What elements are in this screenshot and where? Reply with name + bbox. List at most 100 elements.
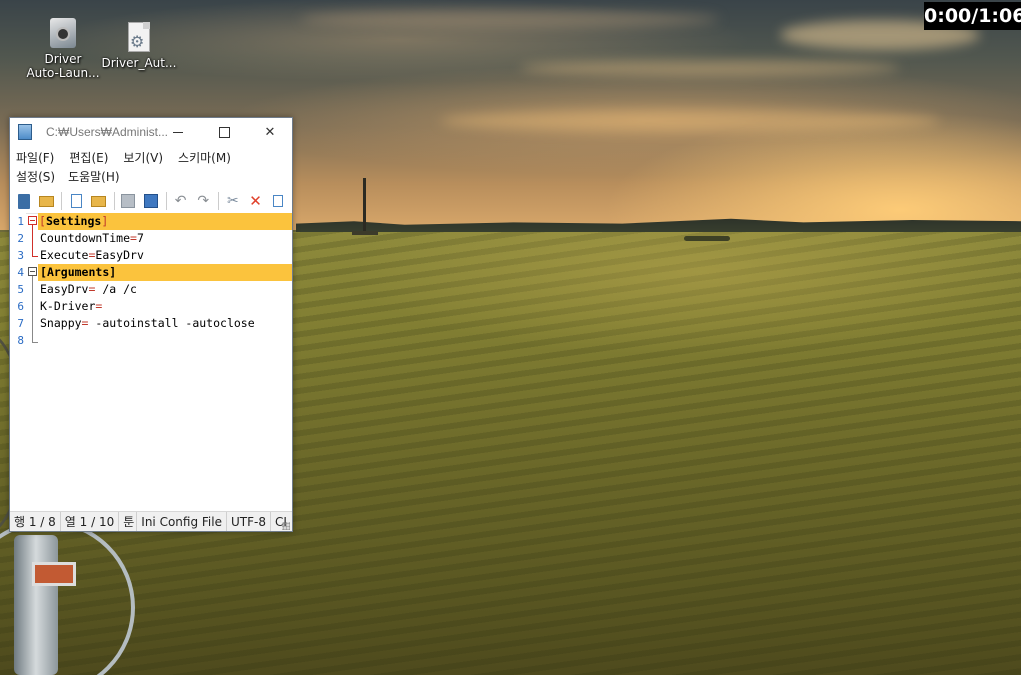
undo-icon: ↶ (174, 193, 187, 209)
save-disabled-icon (121, 194, 136, 208)
status-selection: 툰 (119, 512, 138, 531)
bracket: ] (109, 265, 117, 279)
window-title: C:₩Users₩Administ... (46, 125, 169, 139)
bicycle-reflector (32, 562, 76, 586)
bracket: ] (101, 214, 109, 228)
open-file-button[interactable] (90, 192, 108, 210)
delete-icon: ✕ (249, 192, 262, 210)
line-number: 5 (17, 283, 24, 296)
bracket: [ (39, 214, 46, 228)
open-folder-icon (38, 195, 54, 207)
section-name: Arguments (46, 265, 110, 279)
ini-key: CountdownTime (40, 231, 131, 245)
application-icon (50, 18, 76, 48)
line-number: 1 (17, 215, 24, 228)
copy-icon (273, 195, 284, 207)
toolbar-separator (218, 192, 220, 210)
save-all-button[interactable] (142, 192, 160, 210)
resize-grip[interactable] (282, 522, 290, 530)
copy-button[interactable] (269, 192, 287, 210)
cloud (300, 10, 720, 28)
ini-value: 7 (136, 231, 144, 245)
menu-file[interactable]: 파일(F) (16, 149, 54, 168)
desktop-icon-label: Driver_Aut... (101, 56, 177, 70)
cut-button[interactable]: ✂ (224, 192, 242, 210)
line-number: 3 (17, 249, 24, 262)
ini-value: EasyDrv (95, 248, 144, 262)
editor-line: 4 [Arguments] (10, 264, 292, 281)
pole (363, 178, 366, 234)
new-file-icon (70, 194, 82, 208)
ini-key: K-Driver (40, 299, 96, 313)
desktop-icon-label: Driver (44, 52, 82, 66)
menu-bar: 파일(F) 편집(E) 보기(V) 스키마(M) 설정(S) 도움말(H) (10, 146, 292, 187)
ini-key: Execute (40, 248, 89, 262)
line-number: 7 (17, 317, 24, 330)
editor-line: 2 CountdownTime=7 (10, 230, 292, 247)
undo-button[interactable]: ↶ (172, 192, 190, 210)
close-icon: ✕ (264, 124, 276, 140)
ini-equals: = (95, 299, 103, 313)
notepad-app-icon (18, 124, 32, 140)
editor-line: 1 [Settings] (10, 213, 292, 230)
book-icon (17, 193, 30, 209)
menu-view[interactable]: 보기(V) (123, 149, 163, 168)
settings-file-icon: ⚙ (128, 22, 150, 52)
menu-settings[interactable]: 설정(S) (16, 168, 55, 187)
ini-value: -autoinstall -autoclose (88, 316, 255, 330)
delete-button[interactable]: ✕ (247, 192, 265, 210)
status-column: 열 1 / 10 (61, 512, 120, 531)
save-all-icon (143, 194, 158, 208)
gear-icon: ⚙ (130, 32, 145, 51)
book-button[interactable] (15, 192, 33, 210)
cloud (520, 60, 900, 76)
redo-icon: ↷ (197, 193, 210, 209)
new-file-button[interactable] (67, 192, 85, 210)
cut-icon: ✂ (227, 193, 239, 209)
menu-schema[interactable]: 스키마(M) (178, 149, 231, 168)
title-bar[interactable]: C:₩Users₩Administ... ✕ (10, 118, 292, 146)
ini-key: EasyDrv (40, 282, 89, 296)
text-editor[interactable]: 1 [Settings] 2 CountdownTime=7 3 Execute… (10, 211, 292, 511)
bush (684, 236, 730, 241)
ini-key: Snappy (40, 316, 82, 330)
minimize-icon (173, 131, 183, 133)
maximize-icon (218, 126, 230, 138)
toolbar-separator (165, 192, 167, 210)
menu-help[interactable]: 도움말(H) (68, 168, 120, 187)
close-button[interactable]: ✕ (247, 118, 292, 146)
bracket: [ (40, 265, 47, 279)
desktop-icon-label: Auto-Laun... (26, 66, 100, 80)
editor-line: 6 K-Driver= (10, 298, 292, 315)
pole-base (352, 231, 378, 235)
cloud (440, 110, 940, 132)
section-name: Settings (45, 214, 102, 228)
video-timer: 0:00/1:06 (924, 2, 1021, 30)
desktop-icon-driver-autolauncher[interactable]: Driver Auto-Laun... (25, 18, 101, 80)
open-file-icon (91, 195, 107, 207)
line-number: 8 (17, 334, 24, 347)
status-encoding[interactable]: UTF-8 (227, 512, 271, 531)
ini-equals: = (130, 231, 137, 245)
notepad-window: C:₩Users₩Administ... ✕ 파일(F) 편집(E) 보기(V)… (9, 117, 293, 532)
editor-line: 3 Execute=EasyDrv (10, 247, 292, 264)
line-number: 6 (17, 300, 24, 313)
fold-toggle[interactable] (28, 216, 37, 225)
editor-line: 7 Snappy= -autoinstall -autoclose (10, 315, 292, 332)
ini-value: /a /c (95, 282, 137, 296)
redo-button[interactable]: ↷ (194, 192, 212, 210)
editor-line: 5 EasyDrv= /a /c (10, 281, 292, 298)
toolbar-separator (113, 192, 115, 210)
line-number: 4 (17, 266, 24, 279)
toolbar-separator (61, 192, 63, 210)
desktop-icon-driver-autoini[interactable]: ⚙ Driver_Aut... (101, 22, 177, 70)
line-number: 2 (17, 232, 24, 245)
open-folder-button[interactable] (38, 192, 56, 210)
maximize-button[interactable] (201, 118, 247, 146)
save-button[interactable] (120, 192, 138, 210)
menu-edit[interactable]: 편집(E) (69, 149, 108, 168)
status-filetype[interactable]: Ini Config File (137, 512, 227, 531)
minimize-button[interactable] (155, 118, 201, 146)
status-bar: 행 1 / 8 열 1 / 10 툰 Ini Config File UTF-8… (10, 511, 292, 531)
fold-toggle[interactable] (28, 267, 37, 276)
